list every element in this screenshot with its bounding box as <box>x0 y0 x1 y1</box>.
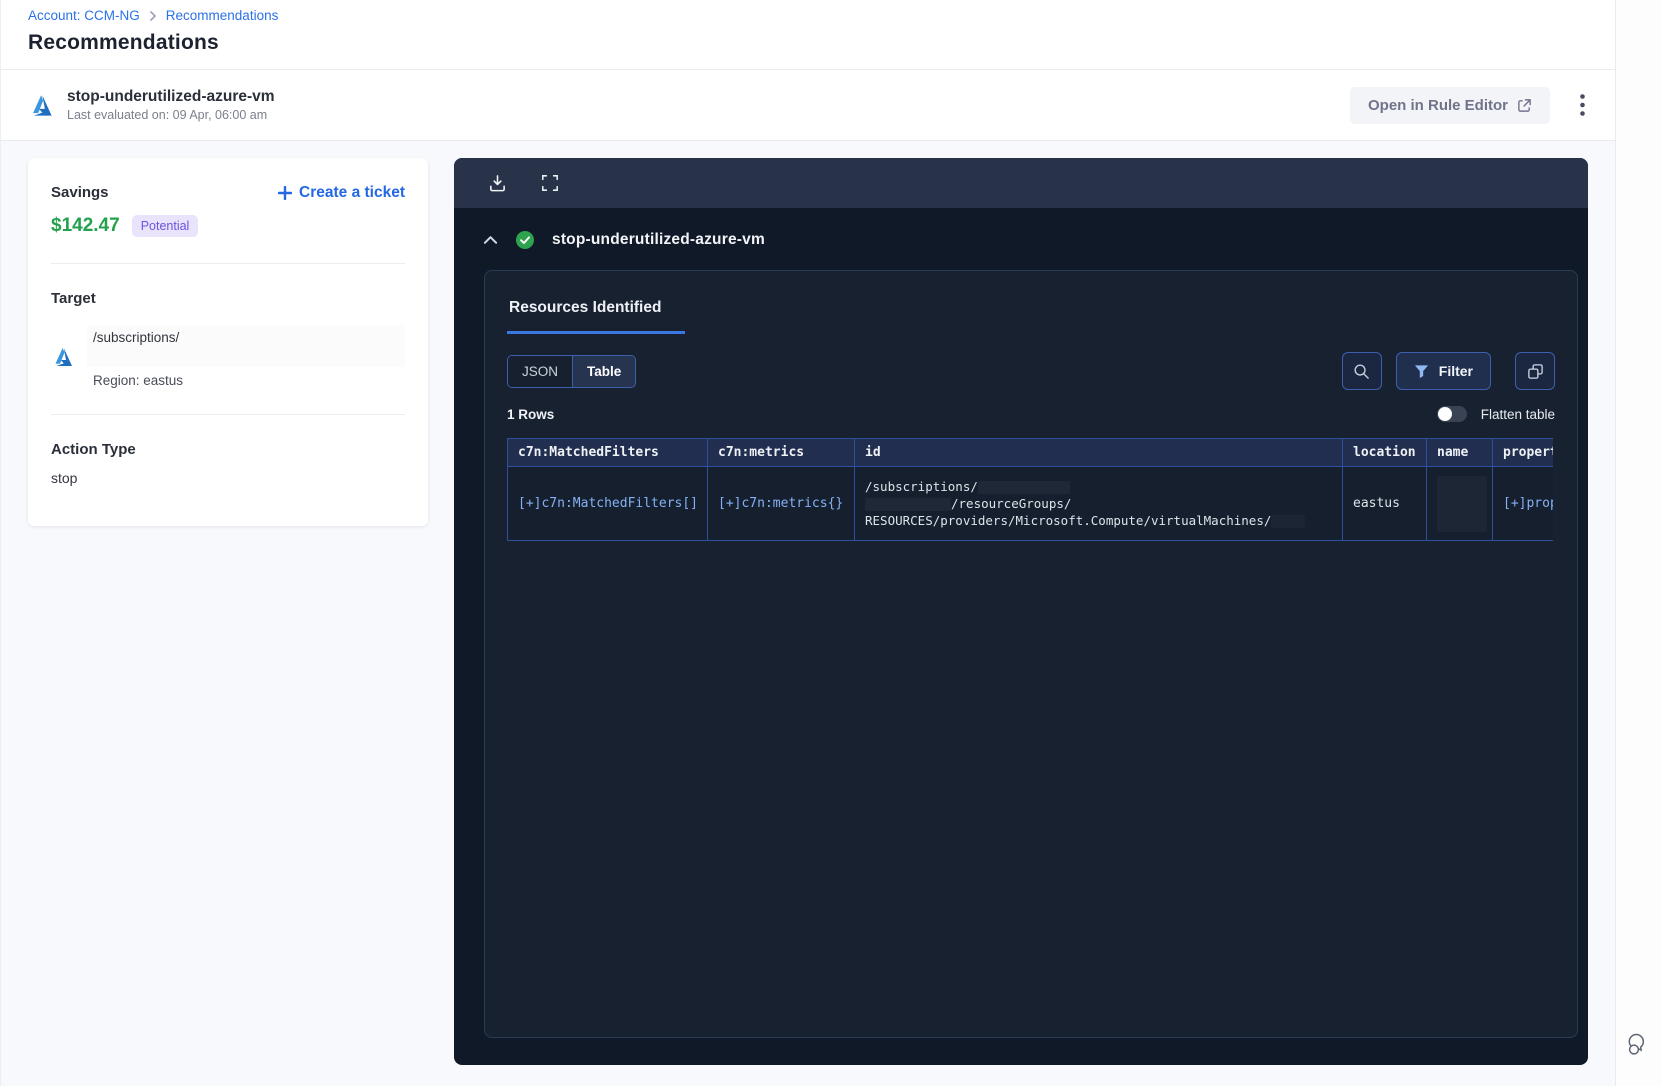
redacted-block <box>1437 476 1487 532</box>
content-area: Savings $142.47 Potential Create a ticke… <box>1 141 1615 1086</box>
azure-icon <box>51 345 75 369</box>
create-ticket-button[interactable]: Create a ticket <box>278 184 405 202</box>
savings-card: Savings $142.47 Potential Create a ticke… <box>28 158 428 526</box>
col-name: name <box>1426 438 1493 467</box>
redacted-block <box>865 498 951 511</box>
col-matched-filters: c7n:MatchedFilters <box>507 438 708 467</box>
chevron-up-icon[interactable] <box>483 235 498 245</box>
cell-properties: [+]prop <box>1492 466 1553 541</box>
divider <box>51 414 405 415</box>
search-button[interactable] <box>1341 352 1382 390</box>
chevron-right-icon <box>148 10 158 21</box>
topbar: Account: CCM-NG Recommendations Recommen… <box>1 0 1615 70</box>
target-row: /subscriptions/ Region: eastus <box>51 325 405 388</box>
main-column: Account: CCM-NG Recommendations Recommen… <box>1 0 1616 1086</box>
resources-table-wrap[interactable]: c7n:MatchedFilters c7n:metrics id locati… <box>507 438 1553 541</box>
kebab-menu-icon[interactable] <box>1576 90 1589 120</box>
redacted-block <box>1271 515 1305 528</box>
open-rule-editor-button[interactable]: Open in Rule Editor <box>1349 86 1550 124</box>
table-controls: JSON Table Filter <box>507 352 1555 390</box>
col-location: location <box>1342 438 1427 467</box>
recommendation-header: stop-underutilized-azure-vm Last evaluat… <box>1 70 1615 141</box>
target-path-redacted: /subscriptions/ <box>87 325 405 367</box>
rows-row: 1 Rows Flatten table <box>507 406 1555 422</box>
copy-icon <box>1527 363 1544 380</box>
expand-properties[interactable]: [+]prop <box>1503 496 1553 511</box>
target-region: Region: eastus <box>93 373 184 388</box>
rows-count: 1 Rows <box>507 406 555 422</box>
target-block: /subscriptions/ Region: eastus <box>87 325 405 388</box>
external-link-icon <box>1517 98 1532 113</box>
azure-icon <box>28 92 55 119</box>
col-metrics: c7n:metrics <box>707 438 855 467</box>
view-toggle: JSON Table <box>507 354 637 388</box>
page: Account: CCM-NG Recommendations Recommen… <box>0 0 1662 1086</box>
target-label: Target <box>51 290 96 307</box>
cell-metrics: [+]c7n:metrics{} <box>707 466 855 541</box>
recommendation-titles: stop-underutilized-azure-vm Last evaluat… <box>67 88 275 122</box>
savings-label: Savings <box>51 184 109 201</box>
flatten-control: Flatten table <box>1436 406 1555 422</box>
col-id: id <box>854 438 1343 467</box>
recommendation-identity: stop-underutilized-azure-vm Last evaluat… <box>28 88 275 122</box>
resources-identified-panel: Resources Identified JSON Table Filter 1… <box>484 270 1578 1038</box>
results-panel-title: stop-underutilized-azure-vm <box>552 231 765 248</box>
action-type-label: Action Type <box>51 441 136 458</box>
target-path: /subscriptions/ <box>93 330 180 345</box>
results-panel: stop-underutilized-azure-vm Resources Id… <box>454 158 1588 1065</box>
filter-icon <box>1414 364 1429 379</box>
cell-matched-filters: [+]c7n:MatchedFilters[] <box>507 466 708 541</box>
id-value: /subscriptions/ /resourceGroups/ RESOURC… <box>865 478 1332 529</box>
potential-badge: Potential <box>131 215 199 237</box>
search-icon <box>1353 363 1370 380</box>
page-title: Recommendations <box>28 31 219 54</box>
flatten-label: Flatten table <box>1480 406 1555 422</box>
table-header-row: c7n:MatchedFilters c7n:metrics id locati… <box>507 438 1553 467</box>
expand-matched-filters[interactable]: [+]c7n:MatchedFilters[] <box>518 496 698 511</box>
copy-button[interactable] <box>1515 352 1555 390</box>
tab-resources-identified[interactable]: Resources Identified <box>507 291 686 334</box>
savings-amount: $142.47 <box>51 215 120 236</box>
filter-button[interactable]: Filter <box>1395 352 1491 390</box>
collapse-row: stop-underutilized-azure-vm <box>454 208 1588 270</box>
expand-metrics[interactable]: [+]c7n:metrics{} <box>718 496 843 511</box>
col-properties: propert <box>1492 438 1553 467</box>
view-toggle-json[interactable]: JSON <box>508 355 573 387</box>
right-rail <box>1616 0 1662 1086</box>
flatten-toggle[interactable] <box>1436 406 1467 422</box>
results-toolbar <box>454 158 1588 208</box>
cell-id: /subscriptions/ /resourceGroups/ RESOURC… <box>854 466 1343 541</box>
cell-location: eastus <box>1342 466 1427 541</box>
resources-table: c7n:MatchedFilters c7n:metrics id locati… <box>507 438 1553 541</box>
breadcrumb-account-link[interactable]: Account: CCM-NG <box>28 8 140 23</box>
plus-icon <box>278 186 293 200</box>
breadcrumb: Account: CCM-NG Recommendations <box>28 8 1615 23</box>
view-toggle-table[interactable]: Table <box>572 355 636 387</box>
table-row: [+]c7n:MatchedFilters[] [+]c7n:metrics{}… <box>507 466 1553 541</box>
recommendation-subtitle: Last evaluated on: 09 Apr, 06:00 am <box>67 108 268 122</box>
breadcrumb-current-link[interactable]: Recommendations <box>166 8 279 23</box>
action-type-value: stop <box>51 470 78 486</box>
chat-help-icon[interactable] <box>1626 1032 1652 1058</box>
divider <box>51 263 405 264</box>
fullscreen-icon[interactable] <box>541 174 559 192</box>
recommendation-title: stop-underutilized-azure-vm <box>67 88 275 105</box>
cell-name <box>1426 466 1493 541</box>
redacted-block <box>977 481 1070 494</box>
download-icon[interactable] <box>488 174 507 193</box>
check-circle-icon <box>515 230 535 250</box>
